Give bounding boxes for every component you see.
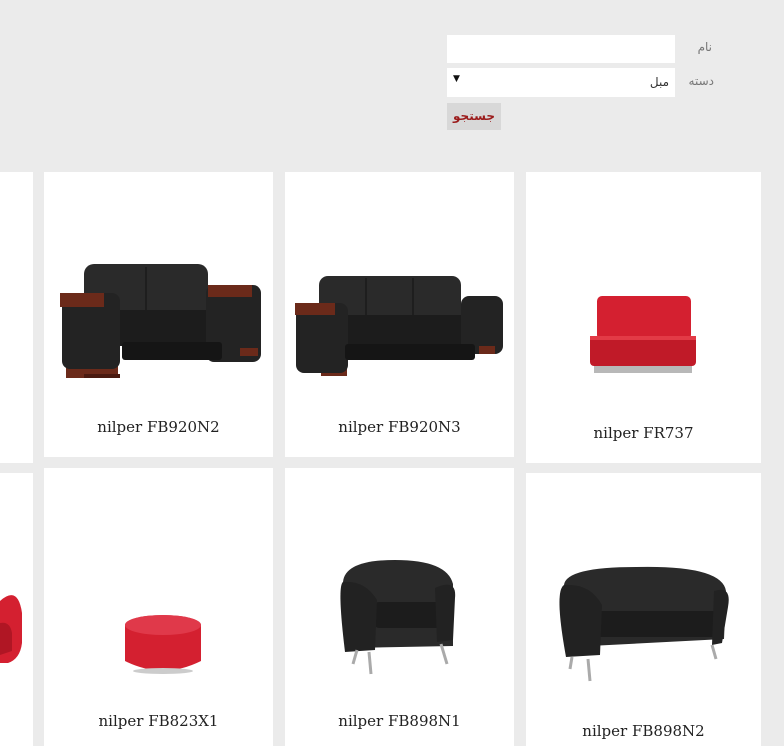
product-card[interactable]: nilper FR737	[526, 172, 761, 463]
product-name: nilper FB920N2	[97, 418, 220, 436]
search-button[interactable]: جستجو	[447, 103, 501, 130]
product-card[interactable]: nilper FB920N3	[285, 172, 514, 457]
product-name: nilper FB898N1	[338, 712, 461, 730]
product-name: nilper FB823X1	[98, 712, 219, 730]
product-card[interactable]: nilper FB823X1	[44, 468, 273, 746]
product-image-red-booth-seat	[590, 296, 696, 373]
product-card-partial[interactable]	[0, 473, 33, 746]
name-label: نام	[697, 40, 712, 54]
product-image-red-round-pouf	[125, 615, 201, 674]
chevron-down-icon: ▼	[453, 74, 460, 84]
product-image-black-tub-loveseat	[559, 566, 729, 682]
product-name: nilper FB920N3	[338, 418, 461, 436]
product-image-black-leather-loveseat	[60, 264, 261, 378]
product-image-black-tub-armchair	[340, 560, 456, 675]
category-label: دسته	[688, 74, 714, 88]
name-input[interactable]	[447, 35, 675, 63]
product-image-black-leather-three-seat-sofa	[295, 276, 503, 376]
category-selected-value: مبل	[649, 75, 669, 89]
category-select[interactable]: ▼ مبل	[447, 68, 675, 97]
product-card[interactable]: nilper FB898N1	[285, 468, 514, 746]
product-card[interactable]: nilper FB898N2	[526, 473, 761, 746]
product-card[interactable]: nilper FB920N2	[44, 172, 273, 457]
product-name: nilper FR737	[593, 424, 694, 442]
product-name: nilper FB898N2	[582, 722, 705, 740]
product-image-red-armchair	[0, 595, 22, 663]
product-card-partial[interactable]	[0, 172, 33, 463]
